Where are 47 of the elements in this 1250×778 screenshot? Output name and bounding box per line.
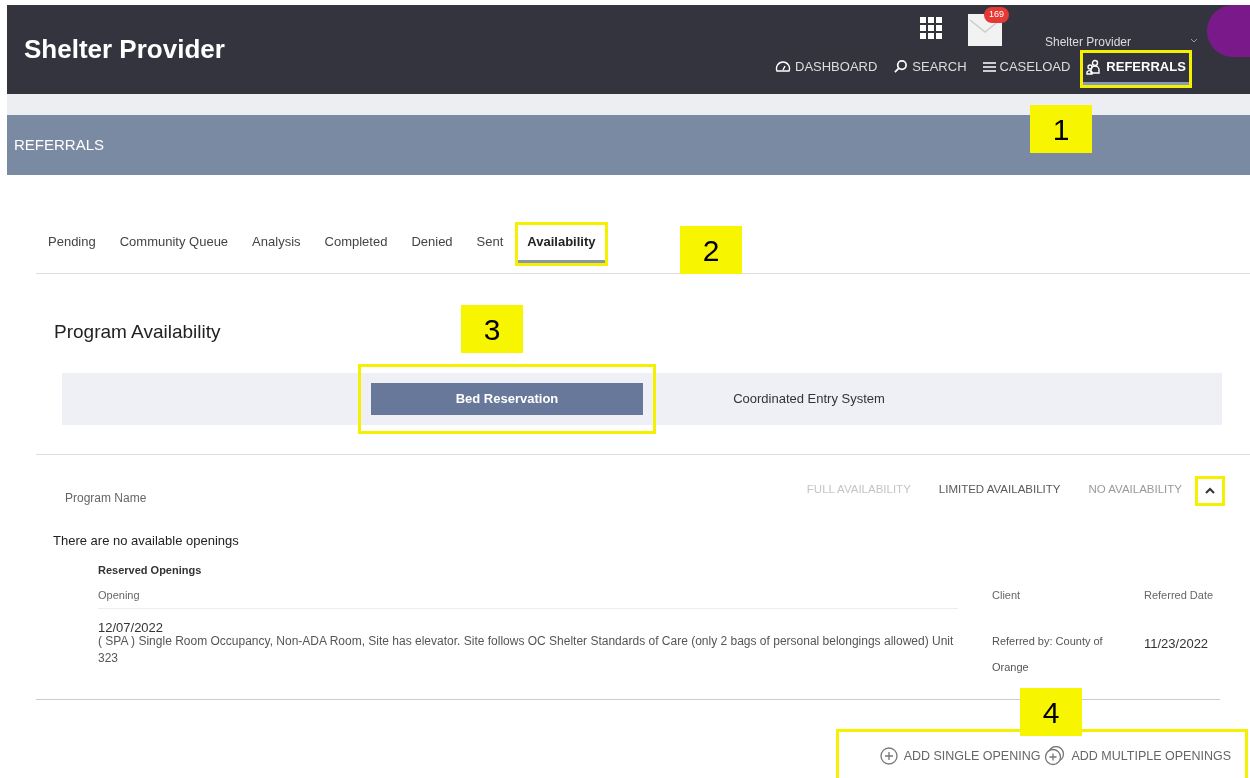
callout-number: 4: [1020, 688, 1082, 736]
tab[interactable]: Pending: [39, 225, 105, 263]
gauge-icon: [775, 58, 791, 75]
segment-button[interactable]: Bed Reservation: [371, 382, 643, 415]
opening-date: 12/07/2022: [98, 619, 164, 636]
page-title: REFERRALS: [14, 134, 105, 155]
app-title: Shelter Provider: [24, 33, 225, 66]
user-name[interactable]: Shelter Provider: [1045, 33, 1132, 51]
menu-icon: [982, 60, 996, 73]
chevron-up-icon: [1205, 487, 1215, 494]
client-cell-text: Referred by: County of Orange: [992, 634, 1104, 675]
apps-grid-icon[interactable]: [920, 17, 942, 39]
segment-button[interactable]: Coordinated Entry System: [673, 382, 945, 415]
callout-number: 3: [461, 305, 523, 353]
availability-legend: FULL AVAILABILITY: [806, 480, 911, 498]
collapse-button[interactable]: [1198, 478, 1222, 503]
nav-link[interactable]: DASHBOARD: [772, 53, 881, 85]
opening-description: ( SPA ) Single Room Occupancy, Non-ADA Room, Site has elevator. Site follows OC Shelter Standards of Care (only 2 bags of personal belongings allowed) Unit 323: [98, 633, 955, 667]
tab[interactable]: Completed: [315, 225, 397, 263]
referred-date: 11/23/2022: [1144, 635, 1209, 653]
nav-link[interactable]: REFERRALS: [1083, 53, 1189, 85]
tab[interactable]: Denied: [402, 225, 462, 263]
nav-link[interactable]: CASELOAD: [979, 53, 1074, 85]
add-opening-button[interactable]: ADD MULTIPLE OPENINGS: [1044, 746, 1231, 766]
tab[interactable]: Sent: [467, 225, 513, 263]
plus-circle-icon: [879, 747, 898, 765]
column-header: Program Name: [65, 489, 147, 507]
search-icon: [893, 59, 909, 75]
column-header: Client: [992, 588, 1021, 603]
callout-number: 2: [680, 226, 742, 274]
tab[interactable]: Analysis: [243, 225, 310, 263]
tab[interactable]: Availability: [518, 225, 605, 263]
stacked-plus-circle-icon: [1044, 746, 1066, 766]
nav-link[interactable]: SEARCH: [890, 53, 970, 85]
tab[interactable]: Community Queue: [110, 225, 238, 263]
people-icon: [1086, 58, 1103, 75]
availability-legend: LIMITED AVAILABILITY: [938, 480, 1061, 498]
section-title: Program Availability: [54, 320, 221, 344]
column-header: Referred Date: [1144, 588, 1214, 603]
add-opening-button[interactable]: ADD SINGLE OPENING: [879, 746, 1041, 766]
callout-number: 1: [1030, 105, 1092, 153]
empty-message: There are no available openings: [53, 531, 239, 550]
reserved-openings-title: Reserved Openings: [98, 562, 203, 578]
column-header: Opening: [98, 588, 140, 603]
caret-icon[interactable]: [1190, 38, 1198, 44]
mail-count-badge: 169: [984, 7, 1010, 23]
availability-legend: NO AVAILABILITY: [1088, 480, 1182, 498]
